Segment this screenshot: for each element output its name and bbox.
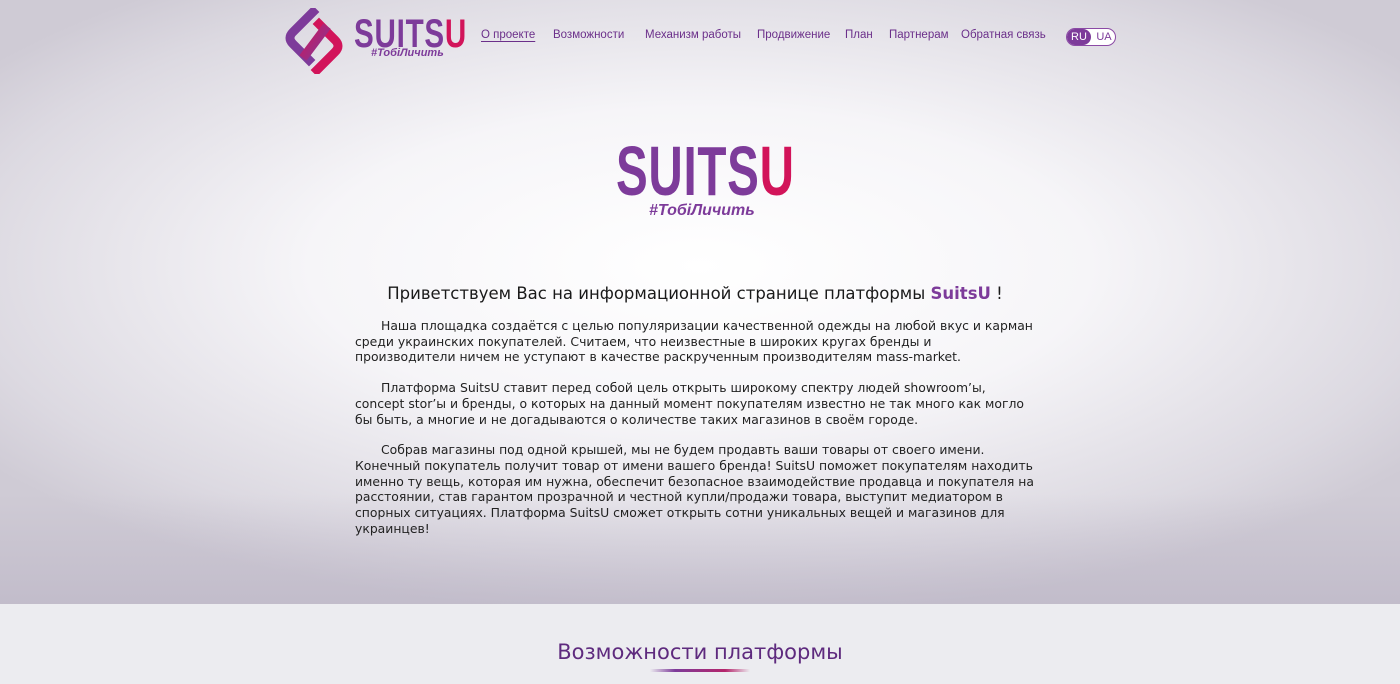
welcome-brand: SuitsU [930,284,991,303]
intro-paragraph-2: Платформа SuitsU ставит перед собой цель… [355,380,1024,427]
nav-item-plan[interactable]: План [845,29,873,41]
hero-logo-wordmark: SUITSU [616,132,795,210]
nav-item-promotion[interactable]: Продвижение [757,29,830,41]
nav-item-partners[interactable]: Партнерам [889,29,949,41]
language-switcher: RU UA [1066,28,1116,46]
nav-item-mechanism[interactable]: Механизм работы [645,29,741,41]
intro-content: Приветствуем Вас на информационной стран… [355,284,1035,536]
suitsu-logo-mark-icon[interactable] [283,8,345,74]
welcome-suffix: ! [990,284,1003,303]
features-title-underline [650,669,750,672]
features-title: Возможности платформы [557,640,843,664]
nav-item-features[interactable]: Возможности [553,29,624,41]
welcome-heading: Приветствуем Вас на информационной стран… [350,284,1040,304]
header-logo-tagline: #ТобіЛичить [371,47,444,59]
header-logo[interactable]: SUITSU #ТобіЛичить [354,14,466,64]
welcome-text: Приветствуем Вас на информационной стран… [387,284,931,303]
intro-paragraph-3: Собрав магазины под одной крышей, мы не … [355,442,1034,536]
nav-item-feedback[interactable]: Обратная связь [961,29,1046,41]
nav-item-about[interactable]: О проекте [481,29,535,41]
hero-logo: SUITSU #ТобіЛичить [616,136,794,222]
features-section: Возможности платформы [0,604,1400,684]
intro-paragraph-1: Наша площадка создаётся с целью популяри… [355,318,1033,365]
hero-logo-tagline: #ТобіЛичить [649,202,755,219]
lang-ru-button[interactable]: RU [1067,29,1091,45]
lang-ua-button[interactable]: UA [1092,29,1116,45]
site-header: SUITSU #ТобіЛичить О проекте Возможности… [0,0,1400,80]
